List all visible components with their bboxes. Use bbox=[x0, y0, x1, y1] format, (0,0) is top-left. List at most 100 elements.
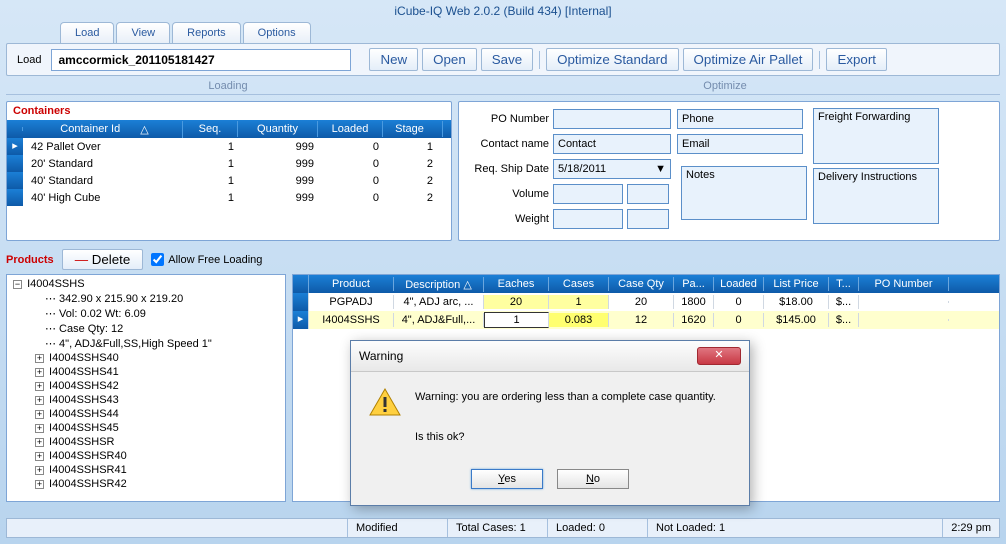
cell-load[interactable]: 0 bbox=[714, 313, 764, 327]
col-quantity[interactable]: Quantity bbox=[238, 121, 318, 137]
col-cases[interactable]: Cases bbox=[549, 277, 609, 291]
cell-cases[interactable]: 1 bbox=[549, 295, 609, 309]
col-ponum[interactable]: PO Number bbox=[859, 277, 949, 291]
allow-free-checkbox[interactable]: Allow Free Loading bbox=[151, 253, 262, 266]
optimize-standard-button[interactable]: Optimize Standard bbox=[546, 48, 678, 71]
cell-seq[interactable]: 1 bbox=[183, 140, 238, 154]
volume-unit-input[interactable] bbox=[627, 184, 669, 204]
tree-child[interactable]: + I4004SSHSR bbox=[9, 435, 283, 449]
load-name-input[interactable] bbox=[51, 49, 351, 71]
cell-container-id[interactable]: 40' High Cube bbox=[23, 191, 183, 205]
export-button[interactable]: Export bbox=[826, 48, 887, 71]
col-listprice[interactable]: List Price bbox=[764, 277, 829, 291]
yes-button[interactable]: Yes bbox=[471, 469, 543, 489]
tree-root[interactable]: I4004SSHS bbox=[27, 278, 84, 290]
delete-button[interactable]: — Delete bbox=[62, 249, 144, 270]
product-tree[interactable]: − I4004SSHS ⋯ 342.90 x 215.90 x 219.20⋯ … bbox=[7, 275, 285, 501]
tab-options[interactable]: Options bbox=[243, 22, 311, 43]
new-button[interactable]: New bbox=[369, 48, 418, 71]
dropdown-icon[interactable]: ▼ bbox=[655, 163, 666, 175]
tree-child[interactable]: + I4004SSHS44 bbox=[9, 407, 283, 421]
row-selector[interactable] bbox=[7, 172, 23, 189]
close-icon[interactable]: ✕ bbox=[697, 347, 741, 365]
dialog-titlebar[interactable]: Warning ✕ bbox=[351, 341, 749, 372]
cell-seq[interactable]: 1 bbox=[183, 191, 238, 205]
col-container-id[interactable]: Container Id bbox=[60, 123, 120, 136]
col-loaded[interactable]: Loaded bbox=[318, 121, 383, 137]
volume-input[interactable] bbox=[553, 184, 623, 204]
container-row[interactable]: 40' Standard 1 999 0 2 bbox=[7, 172, 451, 189]
col-t[interactable]: T... bbox=[829, 277, 859, 291]
cell-loaded[interactable]: 0 bbox=[318, 157, 383, 171]
col-seq[interactable]: Seq. bbox=[183, 121, 238, 137]
tree-child[interactable]: + I4004SSHS45 bbox=[9, 421, 283, 435]
tree-child[interactable]: + I4004SSHS41 bbox=[9, 365, 283, 379]
shipdate-input[interactable]: 5/18/2011 ▼ bbox=[553, 159, 671, 179]
cell-cqty[interactable]: 12 bbox=[609, 313, 674, 327]
cell-qty[interactable]: 999 bbox=[238, 157, 318, 171]
cell-loaded[interactable]: 0 bbox=[318, 191, 383, 205]
tree-expand-icon[interactable]: + bbox=[35, 410, 44, 419]
cell-qty[interactable]: 999 bbox=[238, 174, 318, 188]
cell-t[interactable]: $... bbox=[829, 313, 859, 327]
row-selector[interactable]: ▸ bbox=[7, 138, 23, 155]
po-input[interactable] bbox=[553, 109, 671, 129]
allow-free-input[interactable] bbox=[151, 253, 164, 266]
tree-expand-icon[interactable]: + bbox=[35, 354, 44, 363]
tab-view[interactable]: View bbox=[116, 22, 170, 43]
tree-expand-icon[interactable]: + bbox=[35, 480, 44, 489]
tree-child[interactable]: + I4004SSHSR40 bbox=[9, 449, 283, 463]
cell-cqty[interactable]: 20 bbox=[609, 295, 674, 309]
cell-qty[interactable]: 999 bbox=[238, 191, 318, 205]
contact-input[interactable] bbox=[553, 134, 671, 154]
cell-stage[interactable]: 2 bbox=[383, 191, 443, 205]
cell-eaches[interactable]: 20 bbox=[484, 295, 549, 309]
cell-product[interactable]: PGPADJ bbox=[309, 295, 394, 309]
tree-child[interactable]: + I4004SSHS42 bbox=[9, 379, 283, 393]
cell-t[interactable]: $... bbox=[829, 295, 859, 309]
tab-load[interactable]: Load bbox=[60, 22, 114, 43]
freight-textarea[interactable]: Freight Forwarding bbox=[813, 108, 939, 164]
cell-pa[interactable]: 1800 bbox=[674, 295, 714, 309]
phone-display[interactable]: Phone bbox=[677, 109, 803, 129]
col-caseqty[interactable]: Case Qty bbox=[609, 277, 674, 291]
tree-expand-icon[interactable]: + bbox=[35, 466, 44, 475]
tree-expand-icon[interactable]: + bbox=[35, 382, 44, 391]
cell-product[interactable]: I4004SSHS bbox=[309, 313, 394, 327]
tree-collapse-icon[interactable]: − bbox=[13, 280, 22, 289]
col-eaches[interactable]: Eaches bbox=[484, 277, 549, 291]
cell-seq[interactable]: 1 bbox=[183, 157, 238, 171]
container-row[interactable]: ▸ 42 Pallet Over 1 999 0 1 bbox=[7, 138, 451, 155]
cell-container-id[interactable]: 20' Standard bbox=[23, 157, 183, 171]
tree-child[interactable]: + I4004SSHS40 bbox=[9, 351, 283, 365]
cell-pa[interactable]: 1620 bbox=[674, 313, 714, 327]
row-selector-icon[interactable]: ▸ bbox=[293, 311, 309, 329]
tree-child[interactable]: + I4004SSHS43 bbox=[9, 393, 283, 407]
cell-po[interactable] bbox=[859, 319, 949, 321]
cell-loaded[interactable]: 0 bbox=[318, 174, 383, 188]
col-loaded2[interactable]: Loaded bbox=[714, 277, 764, 291]
row-selector[interactable] bbox=[7, 189, 23, 206]
product-row[interactable]: ▸ I4004SSHS 4", ADJ&Full,... 1 0.083 12 … bbox=[293, 311, 999, 329]
weight-unit-input[interactable] bbox=[627, 209, 669, 229]
cell-desc[interactable]: 4", ADJ&Full,... bbox=[394, 313, 484, 327]
cell-container-id[interactable]: 42 Pallet Over bbox=[23, 140, 183, 154]
open-button[interactable]: Open bbox=[422, 48, 477, 71]
cell-seq[interactable]: 1 bbox=[183, 174, 238, 188]
tree-child[interactable]: + I4004SSHSR41 bbox=[9, 463, 283, 477]
col-product[interactable]: Product bbox=[309, 277, 394, 291]
cell-stage[interactable]: 2 bbox=[383, 157, 443, 171]
weight-input[interactable] bbox=[553, 209, 623, 229]
tree-expand-icon[interactable]: + bbox=[35, 452, 44, 461]
row-selector[interactable] bbox=[7, 155, 23, 172]
tree-expand-icon[interactable]: + bbox=[35, 396, 44, 405]
col-stage[interactable]: Stage bbox=[383, 121, 443, 137]
email-display[interactable]: Email bbox=[677, 134, 803, 154]
delivery-textarea[interactable]: Delivery Instructions bbox=[813, 168, 939, 224]
notes-textarea[interactable]: Notes bbox=[681, 166, 807, 220]
tree-expand-icon[interactable]: + bbox=[35, 424, 44, 433]
product-row[interactable]: PGPADJ 4", ADJ arc, ... 20 1 20 1800 0 $… bbox=[293, 293, 999, 311]
container-row[interactable]: 40' High Cube 1 999 0 2 bbox=[7, 189, 451, 206]
cell-eaches-editing[interactable]: 1 bbox=[484, 312, 549, 328]
col-pa[interactable]: Pa... bbox=[674, 277, 714, 291]
